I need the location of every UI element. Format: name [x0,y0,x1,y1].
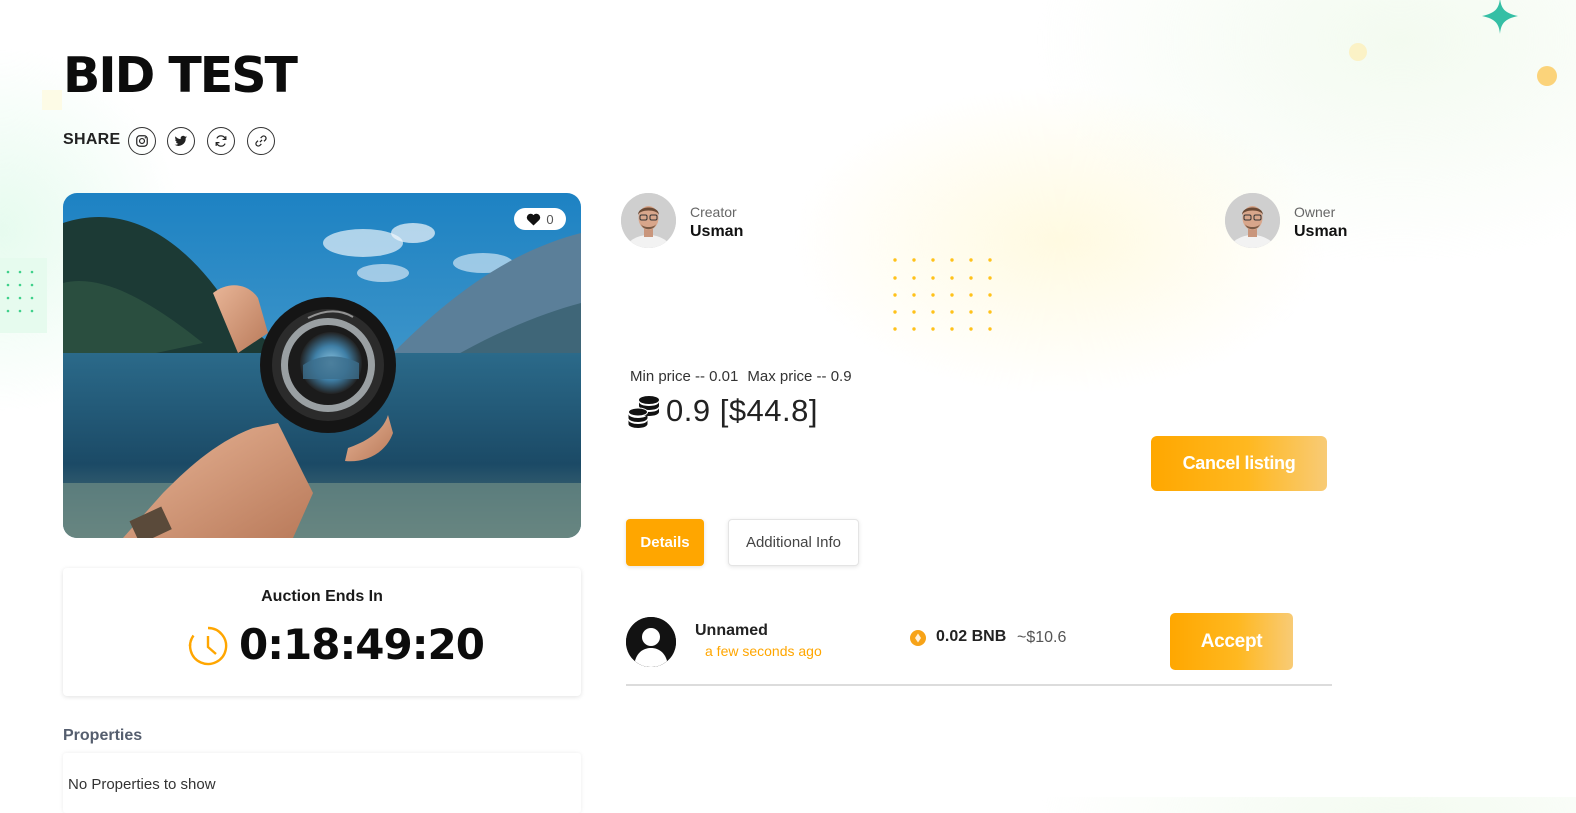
auction-countdown: 0:18:49:20 [239,620,485,669]
clock-icon [188,626,228,666]
properties-heading: Properties [63,727,143,744]
link-icon [255,135,267,147]
creator-avatar[interactable] [621,193,676,248]
creator-role: Creator [690,204,737,220]
max-price: Max price -- 0.9 [747,368,852,385]
price-range: Min price -- 0.01 Max price -- 0.9 [630,368,861,385]
page-title: BID TEST [63,47,298,104]
bidder-name: Unnamed [695,622,768,639]
decor-square [42,90,62,110]
bnb-icon [910,630,926,646]
instagram-icon [136,135,148,147]
owner-role: Owner [1294,204,1336,220]
auction-card: Auction Ends In 0:18:49:20 [63,568,581,696]
current-price: 0.9 [$44.8] [666,393,819,428]
instagram-share-button[interactable] [128,127,156,155]
like-count: 0 [546,211,554,227]
twitter-share-button[interactable] [167,127,195,155]
sparkle-icon [1482,0,1518,34]
owner-name[interactable]: Usman [1294,223,1347,241]
cancel-listing-button[interactable]: Cancel listing [1151,436,1327,491]
copy-link-button[interactable] [247,127,275,155]
bidder-avatar[interactable] [626,617,676,667]
refresh-icon [215,135,227,147]
properties-empty-text: No Properties to show [68,776,216,793]
bid-amount: 0.02 BNB [936,628,1007,645]
coins-icon [628,396,659,428]
tab-additional-info[interactable]: Additional Info [728,519,859,566]
heart-icon [527,213,541,226]
bid-usd-value: ~$10.6 [1017,629,1067,646]
decor-dot [1349,43,1367,61]
share-label: SHARE [63,131,121,148]
decor-dot-grid [893,258,992,331]
refresh-button[interactable] [207,127,235,155]
accept-bid-button[interactable]: Accept [1170,613,1293,670]
decor-dot [1537,66,1557,86]
decor-dot-grid [0,258,47,333]
properties-panel: No Properties to show [63,753,581,813]
min-price: Min price -- 0.01 [630,368,739,385]
creator-name[interactable]: Usman [690,223,743,241]
auction-label: Auction Ends In [261,588,383,605]
tab-details[interactable]: Details [626,519,704,566]
owner-avatar[interactable] [1225,193,1280,248]
like-button[interactable]: 0 [514,208,566,230]
nft-image [63,193,581,538]
bid-time: a few seconds ago [705,643,822,659]
twitter-icon [174,135,188,146]
bid-row: Unnamed a few seconds ago 0.02 BNB ~$10.… [626,604,1332,686]
